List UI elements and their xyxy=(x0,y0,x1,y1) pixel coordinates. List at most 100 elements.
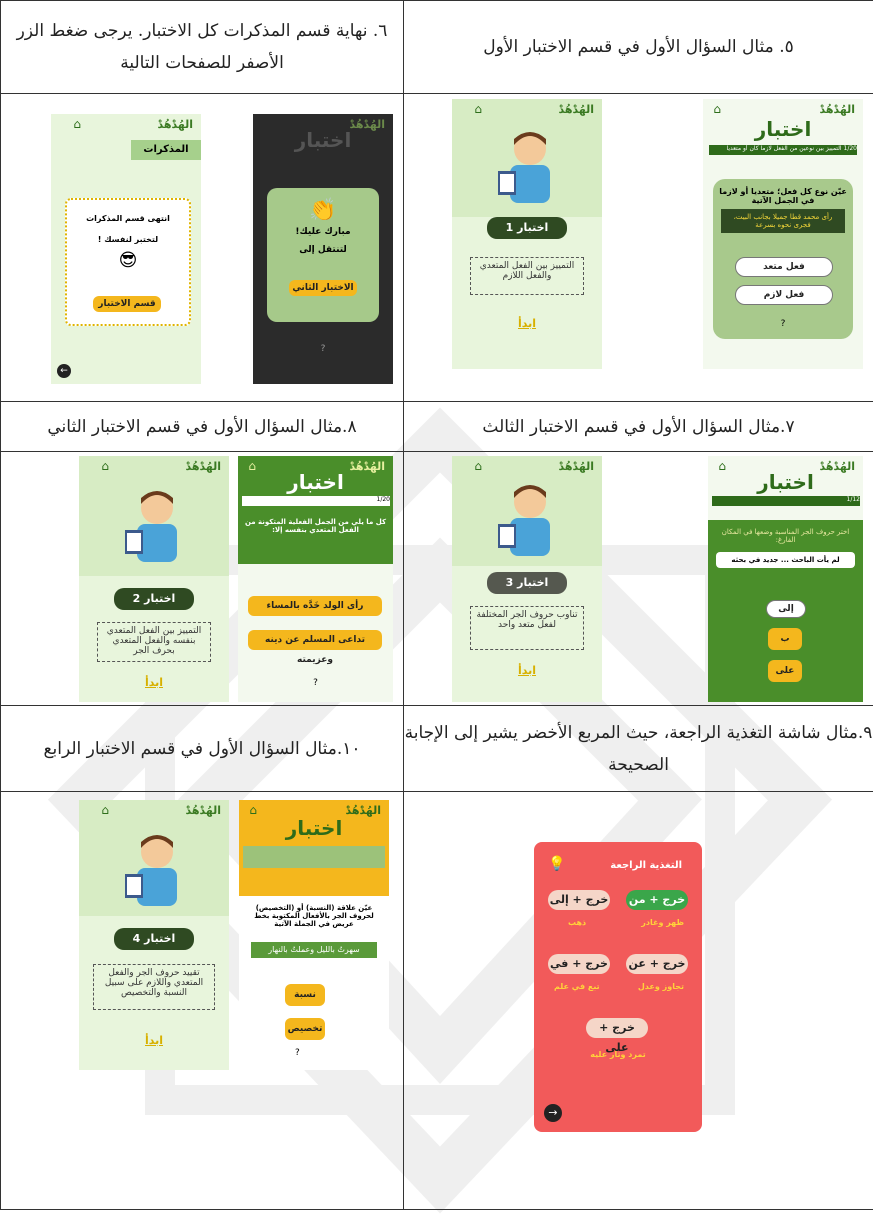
answer-transitive-button[interactable]: فعل متعد xyxy=(735,257,833,277)
phone-feedback: 💡 التغذية الراجعة خرج + من خرج + إلى ظهر… xyxy=(534,842,702,1132)
question-area: اختر حروف الجر المناسبة وضعها في المكان … xyxy=(708,520,863,702)
back-arrow-icon[interactable]: ← xyxy=(57,364,71,378)
answer-chip: خرج + على xyxy=(586,1018,648,1054)
answer-chip: خرج + إلى xyxy=(548,890,610,910)
question-text: اختر حروف الجر المناسبة وضعها في المكان … xyxy=(721,528,850,544)
caption-9: ٩.مثال شاشة التغذية الراجعة، حيث المربع … xyxy=(403,705,873,792)
screenshot-5: الهُدْهُدْ ⌂ اختبار 1/20 التمييز بين نوع… xyxy=(403,93,873,402)
caption-8: ٨.مثال السؤال الأول في قسم الاختبار الثا… xyxy=(0,401,404,452)
lightbulb-icon: 💡 xyxy=(548,856,566,872)
answer-option-1-button[interactable]: رأى الولد خَدَّه بالمساء xyxy=(248,596,382,616)
help-icon[interactable]: ? xyxy=(238,678,393,688)
meaning-label: تجاوز وعدل xyxy=(637,982,684,991)
question-text: عيّن علاقة (النسبة) أو (التخصيص) لحروف ا… xyxy=(254,904,374,928)
meaning-label: تبع في علم xyxy=(554,982,600,991)
help-icon[interactable]: ? xyxy=(295,1048,300,1058)
help-icon[interactable]: ? xyxy=(713,319,853,329)
question-card: عيّن نوع كل فعل؛ متعديا أو لازما في الجم… xyxy=(713,179,853,339)
option-relation-button[interactable]: نسبة xyxy=(285,984,325,1006)
screenshot-6: الهُدْهُدْ اختبار 👏 مبارك عليك! لتنتقل إ… xyxy=(0,93,404,402)
question-strip-text: التمييز بين نوعين من الفعل لازما كان أو … xyxy=(726,145,842,152)
phone-quiz1-question: الهُدْهُدْ ⌂ اختبار 1/20 التمييز بين نوع… xyxy=(703,99,863,369)
caption-7: ٧.مثال السؤال الأول في قسم الاختبار الثا… xyxy=(403,401,873,452)
counter: 1/12 xyxy=(846,496,860,503)
sentence-box: رأى محمد قطا جميلا بجانب البيت، فجرى نحو… xyxy=(721,209,845,233)
start-link[interactable]: ابدأ xyxy=(452,664,602,677)
home-icon[interactable]: ⌂ xyxy=(69,117,81,131)
phone-quiz2-question: الهُدْهُدْ ⌂ اختبار 1/20 كل ما يلي من ال… xyxy=(238,456,393,702)
quiz-label: اختبار 2 xyxy=(114,588,194,610)
phone-quiz4-question: الهُدْهُدْ ⌂ اختبار عيّن علاقة (النسبة) … xyxy=(239,800,389,1070)
end-subtitle: لتختبر لنفسك ! xyxy=(97,235,159,244)
sentence-box: لم يأت الباحث ... جديد في بحثه xyxy=(716,552,855,568)
app-brand: الهُدْهُدْ xyxy=(558,460,595,473)
congrats-text: مبارك عليك! xyxy=(295,227,351,237)
home-icon[interactable]: ⌂ xyxy=(97,459,109,473)
app-brand: الهُدْهُدْ xyxy=(819,103,856,116)
quiz-label: اختبار 4 xyxy=(114,928,194,950)
next-arrow-icon[interactable]: → xyxy=(544,1104,562,1122)
phone-quiz3-intro: الهُدْهُدْ ⌂ اختبار 3 تناوب حروف الجر ال… xyxy=(452,456,602,702)
question-text: كل ما يلي من الجمل الفعلية المتكونة من ا… xyxy=(244,518,387,534)
quiz-description: تقييد حروف الجر والفعل المتعدي واللازم ع… xyxy=(93,964,215,1010)
question-strip xyxy=(243,846,385,868)
start-link[interactable]: ابدأ xyxy=(79,1034,229,1047)
home-icon[interactable]: ⌂ xyxy=(709,102,721,116)
end-title: انتهى قسم المذكرات xyxy=(86,214,170,223)
home-icon[interactable]: ⌂ xyxy=(97,803,109,817)
screenshot-7: الهُدْهُدْ ⌂ اختبار 1/12 اختر حروف الجر … xyxy=(403,451,873,706)
phone-quiz2-intro: الهُدْهُدْ ⌂ اختبار 2 التمييز بين الفعل … xyxy=(79,456,229,702)
congrats-dialog: 👏 مبارك عليك! لتنتقل إلى الاختبار الثاني xyxy=(267,188,379,322)
quiz-description: التمييز بين الفعل المتعدي بنفسه والفعل ا… xyxy=(97,622,211,662)
sunglasses-emoji-icon: 😎 xyxy=(118,250,138,271)
meaning-label: ظهر وغادر xyxy=(641,918,684,927)
clap-icon: 👏 xyxy=(309,198,337,223)
quiz-title: اختبار xyxy=(754,117,812,141)
caption-5: ٥. مثال السؤال الأول في قسم الاختبار الأ… xyxy=(403,0,873,94)
option-ba-button[interactable]: ب xyxy=(768,628,802,650)
next-quiz-button[interactable]: الاختبار الثاني xyxy=(289,280,357,296)
help-icon[interactable]: ? xyxy=(253,344,393,354)
question-strip: 1/20 xyxy=(242,496,390,506)
phone-quiz4-intro: الهُدْهُدْ ⌂ اختبار 4 تقييد حروف الجر وا… xyxy=(79,800,229,1070)
home-icon[interactable]: ⌂ xyxy=(470,459,482,473)
screenshot-10: الهُدْهُدْ ⌂ اختبار عيّن علاقة (النسبة) … xyxy=(0,791,404,1210)
screenshot-8: الهُدْهُدْ ⌂ اختبار 1/20 كل ما يلي من ال… xyxy=(0,451,404,706)
option-specification-button[interactable]: تخصيص xyxy=(285,1018,325,1040)
quiz-description: تناوب حروف الجر المختلفة لفعل متعد واحد xyxy=(470,606,584,650)
start-link[interactable]: ابدأ xyxy=(452,317,602,330)
counter: 1/20 xyxy=(376,496,390,503)
answer-chip: خرج + عن xyxy=(626,954,688,974)
notes-header: المذكرات xyxy=(131,140,201,160)
notes-end-card: انتهى قسم المذكرات لتختبر لنفسك ! 😎 قسم … xyxy=(65,198,191,326)
quiz-title-dimmed: اختبار xyxy=(294,128,352,152)
quiz-label: اختبار 3 xyxy=(487,572,567,594)
counter: 1/20 xyxy=(843,145,857,152)
caption-6: ٦. نهاية قسم المذكرات كل الاختبار. يرجى … xyxy=(0,0,404,94)
answer-intransitive-button[interactable]: فعل لازم xyxy=(735,285,833,305)
answer-chip: خرج + في xyxy=(548,954,610,974)
phone-notes-end: الهُدْهُدْ ⌂ المذكرات انتهى قسم المذكرات… xyxy=(51,114,201,384)
phone-quiz3-question: الهُدْهُدْ ⌂ اختبار 1/12 اختر حروف الجر … xyxy=(708,456,863,702)
start-link[interactable]: ابدأ xyxy=(79,676,229,689)
teacher-avatar xyxy=(498,132,550,203)
home-icon[interactable]: ⌂ xyxy=(470,102,482,116)
phone-quiz1-intro: الهُدْهُدْ ⌂ اختبار 1 التمييز بين الفعل … xyxy=(452,99,602,369)
answer-slot[interactable]: إلى xyxy=(766,600,806,618)
question-strip: 1/12 xyxy=(712,496,860,506)
goto-text: لتنتقل إلى xyxy=(299,245,347,255)
teacher-avatar xyxy=(498,485,550,556)
quiz-title: اختبار xyxy=(285,816,343,840)
quiz-section-button[interactable]: قسم الاختبار xyxy=(93,296,161,312)
question-text: عيّن نوع كل فعل؛ متعديا أو لازما في الجم… xyxy=(719,187,847,205)
quiz-title: اختبار xyxy=(757,470,814,494)
sentence-box: سهرتُ بالليل وعملتُ بالنهار xyxy=(251,942,377,958)
app-brand: الهُدْهُدْ xyxy=(157,118,194,131)
quiz-label: اختبار 1 xyxy=(487,217,567,239)
correct-answer-chip: خرج + من xyxy=(626,890,688,910)
quiz-title: اختبار xyxy=(287,470,344,494)
home-icon[interactable]: ⌂ xyxy=(245,803,257,817)
question-strip: 1/20 التمييز بين نوعين من الفعل لازما كا… xyxy=(709,145,857,155)
answer-option-2-button[interactable]: تداعى المسلم عن دينه وعزيمته xyxy=(248,630,382,665)
option-ala-button[interactable]: على xyxy=(768,660,802,682)
